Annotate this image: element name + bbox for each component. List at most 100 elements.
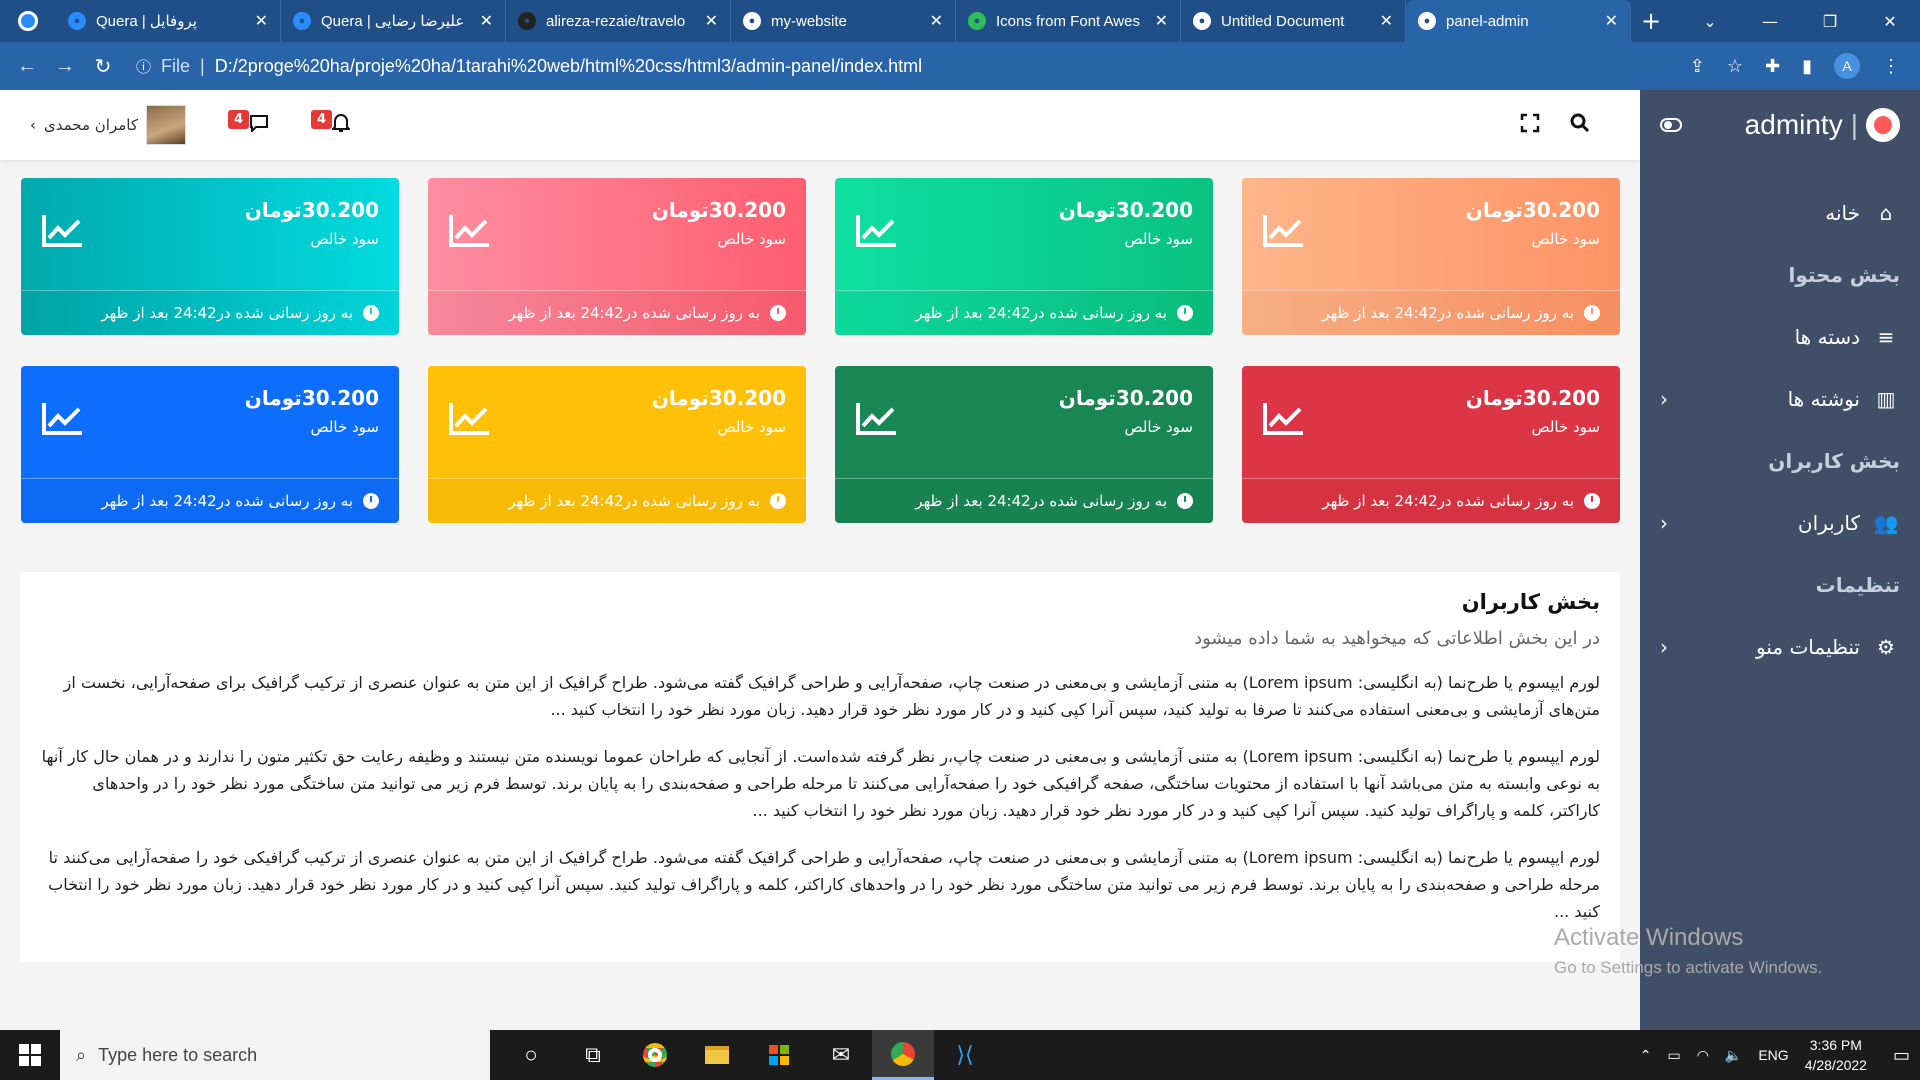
clock-icon <box>1177 305 1193 321</box>
vscode-icon[interactable]: ⟩⟨ <box>934 1030 996 1080</box>
tab-favicon-icon: ● <box>1418 12 1436 30</box>
forward-icon[interactable]: → <box>46 55 84 78</box>
volume-icon[interactable]: 🔈 <box>1725 1047 1742 1064</box>
sidebar-item[interactable]: ⚙ تنظیمات منو ‹ <box>1640 616 1920 678</box>
tab-close-icon[interactable]: ✕ <box>1155 11 1168 31</box>
info-icon[interactable]: ⓘ <box>136 56 151 77</box>
profile-avatar[interactable]: A <box>1834 53 1860 79</box>
tab-favicon-icon: ● <box>968 12 986 30</box>
clock-icon <box>363 493 379 509</box>
card-footer: به روز رسانی شده در24:42 بعد از ظهر <box>835 290 1213 335</box>
tab-favicon-icon: ● <box>743 12 761 30</box>
fullscreen-icon[interactable] <box>1520 113 1540 138</box>
tab-close-icon[interactable]: ✕ <box>480 11 493 31</box>
card-value: 30.200تومان <box>651 386 786 410</box>
clock-icon <box>770 493 786 509</box>
clock-time: 3:36 PM <box>1809 1037 1862 1053</box>
card-value: 30.200تومان <box>1465 198 1600 222</box>
chevron-left-icon: ‹ <box>1660 387 1668 411</box>
tab-search-chevron-icon[interactable]: ⌄ <box>1680 0 1740 42</box>
card-label: سود خالص <box>1124 230 1193 248</box>
windows-logo-icon <box>19 1044 41 1066</box>
battery-icon[interactable]: ▭ <box>1667 1047 1680 1064</box>
messages-count-badge: 4 <box>227 109 250 129</box>
start-button[interactable] <box>0 1030 60 1080</box>
card-footer: به روز رسانی شده در24:42 بعد از ظهر <box>1242 478 1620 523</box>
browser-menu[interactable] <box>0 0 56 42</box>
card-footer: به روز رسانی شده در24:42 بعد از ظهر <box>21 290 399 335</box>
maximize-button[interactable]: ❐ <box>1800 0 1860 42</box>
browser-tab[interactable]: ● Quera | علیرضا رضایی ✕ <box>281 0 506 42</box>
header-tools <box>1520 90 1590 160</box>
line-chart-icon <box>1263 215 1303 247</box>
chrome-icon[interactable] <box>624 1030 686 1080</box>
card-value: 30.200تومان <box>244 198 379 222</box>
minimize-button[interactable]: — <box>1740 0 1800 42</box>
tray-chevron-up-icon[interactable]: ⌃ <box>1640 1047 1652 1064</box>
user-name: کامران محمدی <box>44 116 138 134</box>
share-icon[interactable]: ⇪ <box>1690 56 1705 77</box>
taskbar-search[interactable]: ⌕ Type here to search <box>60 1030 490 1080</box>
quera-app-icon <box>18 11 38 31</box>
sidebar-toggle[interactable] <box>1660 118 1682 132</box>
taskbar-clock[interactable]: 3:36 PM 4/28/2022 <box>1805 1035 1867 1075</box>
side-panel-icon[interactable]: ▮ <box>1802 56 1812 77</box>
sidebar-item[interactable]: ⌂ خانه <box>1640 182 1920 244</box>
stat-card: 30.200تومان سود خالص به روز رسانی شده در24… <box>21 178 399 335</box>
brand-name: adminty <box>1744 109 1843 140</box>
tab-close-icon[interactable]: ✕ <box>255 11 268 31</box>
bookmark-star-icon[interactable]: ☆ <box>1727 56 1743 77</box>
url-field[interactable]: ⓘ File | D:/2proge%20ha/proje%20ha/1tara… <box>136 49 1636 83</box>
browser-tab[interactable]: ● panel-admin ✕ <box>1406 0 1631 42</box>
stat-card: 30.200تومان سود خالص به روز رسانی شده در24… <box>428 178 806 335</box>
browser-tab[interactable]: ● my-website ✕ <box>731 0 956 42</box>
card-footer-text: به روز رسانی شده در24:42 بعد از ظهر <box>1322 492 1574 510</box>
tab-title: Untitled Document <box>1221 12 1345 30</box>
tab-favicon-icon: ● <box>68 12 86 30</box>
sidebar-item-label: خانه <box>1825 201 1860 225</box>
back-icon[interactable]: ← <box>8 55 46 78</box>
messages-button[interactable]: 4 <box>226 109 269 136</box>
file-explorer-icon[interactable] <box>686 1030 748 1080</box>
sidebar-item[interactable]: ▥ نوشته ها ‹ <box>1640 368 1920 430</box>
sidebar-item-label: کاربران <box>1797 511 1860 535</box>
chrome-active-icon[interactable] <box>872 1030 934 1080</box>
line-chart-icon <box>449 403 489 435</box>
store-icon[interactable] <box>748 1030 810 1080</box>
browser-tab[interactable]: ● alireza-rezaie/travelo ✕ <box>506 0 731 42</box>
wifi-icon[interactable]: ◠ <box>1697 1047 1709 1064</box>
tab-favicon-icon: ● <box>1193 12 1211 30</box>
extensions-icon[interactable]: ✚ <box>1765 56 1780 77</box>
browser-tab[interactable]: ● Icons from Font Awes ✕ <box>956 0 1181 42</box>
browser-tab-strip: ● Quera | پروفایل ✕ ● Quera | علیرضا رضایی ✕ ●… <box>0 0 1920 42</box>
search-icon[interactable] <box>1570 113 1590 138</box>
browser-tab[interactable]: ● Untitled Document ✕ <box>1181 0 1406 42</box>
clock-date: 4/28/2022 <box>1804 1057 1867 1073</box>
notifications-center-icon[interactable]: ▭ <box>1893 1045 1910 1066</box>
tab-close-icon[interactable]: ✕ <box>705 11 718 31</box>
kebab-menu-icon[interactable]: ⋮ <box>1882 56 1900 77</box>
brand-logo[interactable]: | adminty <box>1745 108 1900 142</box>
search-icon: ⌕ <box>76 1044 87 1065</box>
mail-icon[interactable]: ✉ <box>810 1030 872 1080</box>
tab-close-icon[interactable]: ✕ <box>1605 11 1618 31</box>
reload-icon[interactable]: ↻ <box>84 54 122 79</box>
browser-tab[interactable]: ● Quera | پروفایل ✕ <box>56 0 281 42</box>
users-section: بخش کاربران در این بخش اطلاعاتی که میخوا… <box>20 572 1620 962</box>
tab-close-icon[interactable]: ✕ <box>1380 11 1393 31</box>
paragraph: لورم ایپسوم یا طرح‌نما (به انگلیسی: Lore… <box>48 848 1600 921</box>
task-view-icon[interactable]: ⧉ <box>562 1030 624 1080</box>
sidebar-item[interactable]: 👥 کاربران ‹ <box>1640 492 1920 554</box>
gears-icon: ⚙ <box>1877 635 1895 659</box>
windows-taskbar: ⌕ Type here to search ○ ⧉ ✉ ⟩⟨ ⌃ ▭ ◠ 🔈 E… <box>0 1030 1920 1080</box>
notifications-button[interactable]: 4 <box>309 109 352 137</box>
user-menu[interactable]: ‹ کامران محمدی <box>30 105 186 145</box>
cortana-icon[interactable]: ○ <box>500 1030 562 1080</box>
new-tab-button[interactable]: + <box>1631 0 1671 42</box>
sidebar-section-header: تنظیمات <box>1640 554 1920 616</box>
card-value: 30.200تومان <box>244 386 379 410</box>
close-window-button[interactable]: ✕ <box>1860 0 1920 42</box>
sidebar-item[interactable]: ≡ دسته ها <box>1640 306 1920 368</box>
tab-close-icon[interactable]: ✕ <box>930 11 943 31</box>
language-indicator[interactable]: ENG <box>1758 1047 1788 1063</box>
